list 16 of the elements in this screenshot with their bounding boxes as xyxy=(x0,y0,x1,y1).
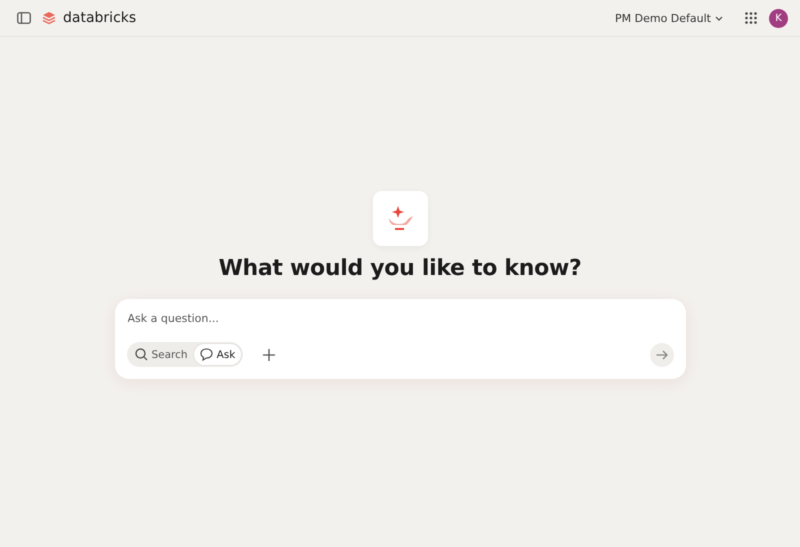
stacked-layers-icon xyxy=(42,11,56,25)
workspace-selector[interactable]: PM Demo Default xyxy=(615,12,723,24)
send-button[interactable] xyxy=(650,342,674,366)
add-icon[interactable] xyxy=(263,348,276,360)
page-heading: What would you like to know? xyxy=(218,256,582,281)
arrow-right-icon xyxy=(656,350,668,360)
ask-mode-tab[interactable]: Ask xyxy=(194,344,242,365)
caret-icon xyxy=(715,16,723,20)
sidebar-toggle-icon[interactable] xyxy=(17,12,31,24)
search-icon xyxy=(134,348,148,361)
search-mode-tab[interactable]: Search xyxy=(128,344,194,365)
brand-name: databricks xyxy=(63,10,136,26)
question-input[interactable]: Ask a question... xyxy=(126,309,674,328)
user-avatar[interactable]: K xyxy=(769,8,788,28)
apps-grid-icon[interactable] xyxy=(745,12,757,24)
speech-bubble-icon xyxy=(200,348,213,361)
